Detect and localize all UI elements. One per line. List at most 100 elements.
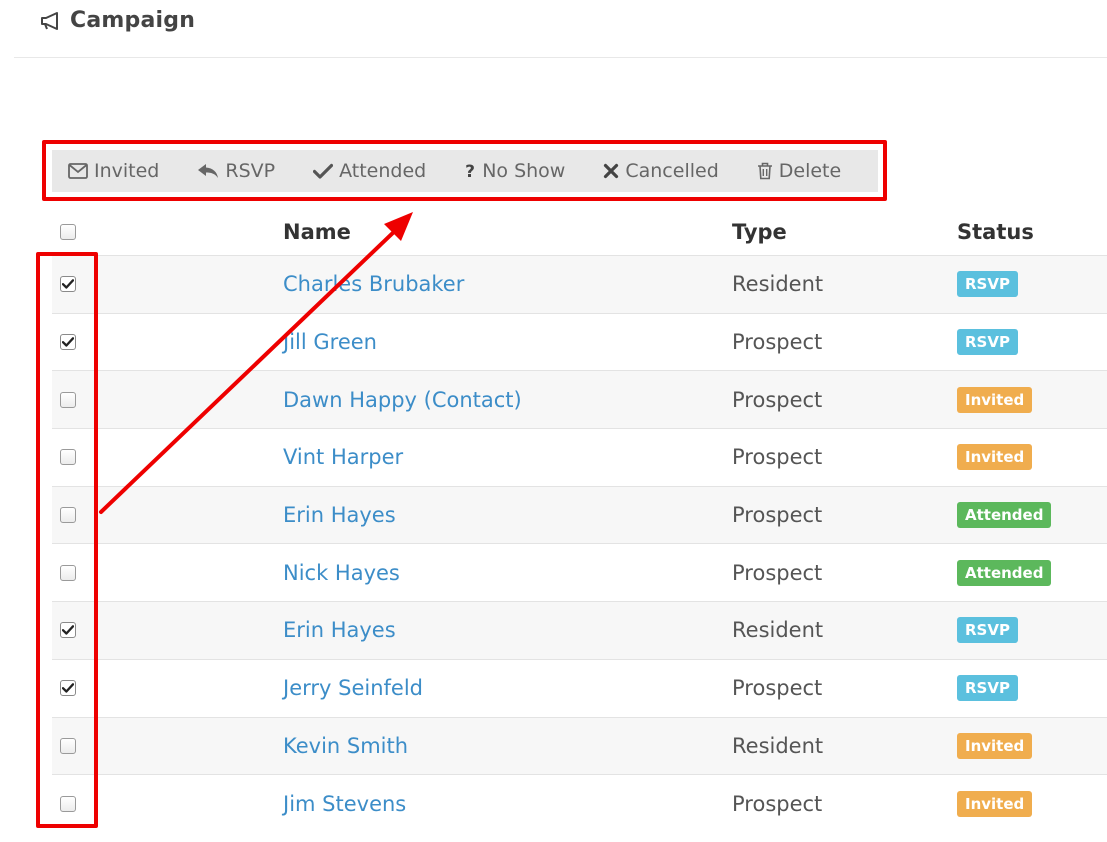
checkmark-icon [62,279,74,289]
table-row: Erin Hayes Prospect Attended [52,485,1107,544]
contact-name-link[interactable]: Erin Hayes [283,503,396,527]
contact-name-link[interactable]: Nick Hayes [283,561,400,585]
delete-button[interactable]: Delete [757,160,841,182]
row-checkbox[interactable] [60,334,76,351]
contact-type: Prospect [732,387,823,412]
row-checkbox[interactable] [60,449,76,466]
status-cell: Attended [957,487,1052,544]
type-cell: Resident [732,718,823,775]
cancelled-button-label: Cancelled [625,160,719,182]
invited-button[interactable]: Invited [68,160,159,182]
name-cell: Vint Harper [283,429,403,486]
row-select-cell [57,602,79,659]
status-cell: Invited [957,429,1033,486]
status-badge: Invited [957,790,1033,817]
table-row: Kevin Smith Resident Invited [52,716,1107,775]
column-header-name[interactable]: Name [283,208,351,255]
name-cell: Jill Green [283,314,377,371]
type-cell: Prospect [732,314,822,371]
row-select-cell [57,256,79,313]
status-cell: Invited [957,371,1033,428]
column-header-status[interactable]: Status [957,208,1034,255]
attended-button[interactable]: Attended [313,160,426,182]
status-cell: RSVP [957,602,1018,659]
rsvp-button[interactable]: RSVP [197,160,275,182]
contact-type: Resident [732,618,824,643]
status-badge: Attended [957,559,1052,586]
row-checkbox[interactable] [60,391,76,408]
status-cell: RSVP [957,660,1018,717]
row-checkbox[interactable] [60,507,76,524]
cancelled-button[interactable]: Cancelled [603,160,719,182]
contact-name-link[interactable]: Jill Green [283,330,377,354]
name-cell: Jim Stevens [283,775,406,832]
table-row: Dawn Happy (Contact) Prospect Invited [52,370,1107,429]
row-checkbox[interactable] [60,622,76,639]
name-cell: Dawn Happy (Contact) [283,371,522,428]
status-cell: RSVP [957,314,1018,371]
bullhorn-icon [40,10,62,30]
contact-name-link[interactable]: Charles Brubaker [283,272,464,296]
select-all-cell [57,208,79,255]
bulk-action-toolbar: Invited RSVP Attended ? No Show Cancelle… [52,150,878,192]
row-checkbox[interactable] [60,680,76,697]
status-cell: Attended [957,544,1052,601]
reply-icon [197,163,219,179]
times-icon [603,163,619,179]
row-select-cell [57,544,79,601]
table-row: Jim Stevens Prospect Invited [52,774,1107,832]
contact-name-link[interactable]: Kevin Smith [283,734,408,758]
type-cell: Prospect [732,487,822,544]
page-header: Campaign [40,4,195,36]
contact-type: Resident [732,733,824,758]
attended-button-label: Attended [339,160,427,182]
no-show-button[interactable]: ? No Show [464,160,565,182]
row-select-cell [57,718,79,775]
header-divider [14,57,1107,58]
status-badge: RSVP [957,617,1018,644]
type-cell: Prospect [732,544,822,601]
status-badge: RSVP [957,271,1018,298]
contact-name-link[interactable]: Vint Harper [283,445,403,469]
campaign-page: Campaign Invited RSVP Attended ? No Show… [0,0,1107,842]
row-checkbox[interactable] [60,276,76,293]
checkmark-icon [62,337,74,347]
column-header-type[interactable]: Type [732,208,787,255]
checkmark-icon [62,683,74,693]
rsvp-button-label: RSVP [225,160,276,182]
type-cell: Prospect [732,775,822,832]
status-badge: Invited [957,386,1033,413]
name-cell: Kevin Smith [283,718,408,775]
contact-type: Prospect [732,330,823,355]
row-select-cell [57,314,79,371]
row-checkbox[interactable] [60,564,76,581]
status-badge: Attended [957,502,1052,529]
envelope-icon [68,163,88,179]
table-row: Jerry Seinfeld Prospect RSVP [52,658,1107,717]
row-checkbox[interactable] [60,795,76,812]
recipients-table: Name Type Status Charles Brubaker Residen… [52,208,1107,832]
svg-text:?: ? [465,162,475,180]
name-cell: Jerry Seinfeld [283,660,423,717]
question-icon: ? [464,162,476,180]
contact-name-link[interactable]: Jerry Seinfeld [283,676,423,700]
contact-type: Prospect [732,676,823,701]
status-badge: Invited [957,732,1033,759]
status-badge: RSVP [957,675,1018,702]
status-badge: Invited [957,444,1033,471]
status-cell: Invited [957,775,1033,832]
contact-name-link[interactable]: Jim Stevens [283,792,406,816]
contact-type: Prospect [732,560,823,585]
contact-name-link[interactable]: Erin Hayes [283,618,396,642]
row-select-cell [57,660,79,717]
row-select-cell [57,429,79,486]
type-cell: Prospect [732,371,822,428]
name-cell: Charles Brubaker [283,256,464,313]
select-all-checkbox[interactable] [60,223,76,240]
type-cell: Prospect [732,660,822,717]
status-cell: RSVP [957,256,1018,313]
contact-name-link[interactable]: Dawn Happy (Contact) [283,388,522,412]
row-select-cell [57,371,79,428]
contact-type: Prospect [732,503,823,528]
row-checkbox[interactable] [60,737,76,754]
